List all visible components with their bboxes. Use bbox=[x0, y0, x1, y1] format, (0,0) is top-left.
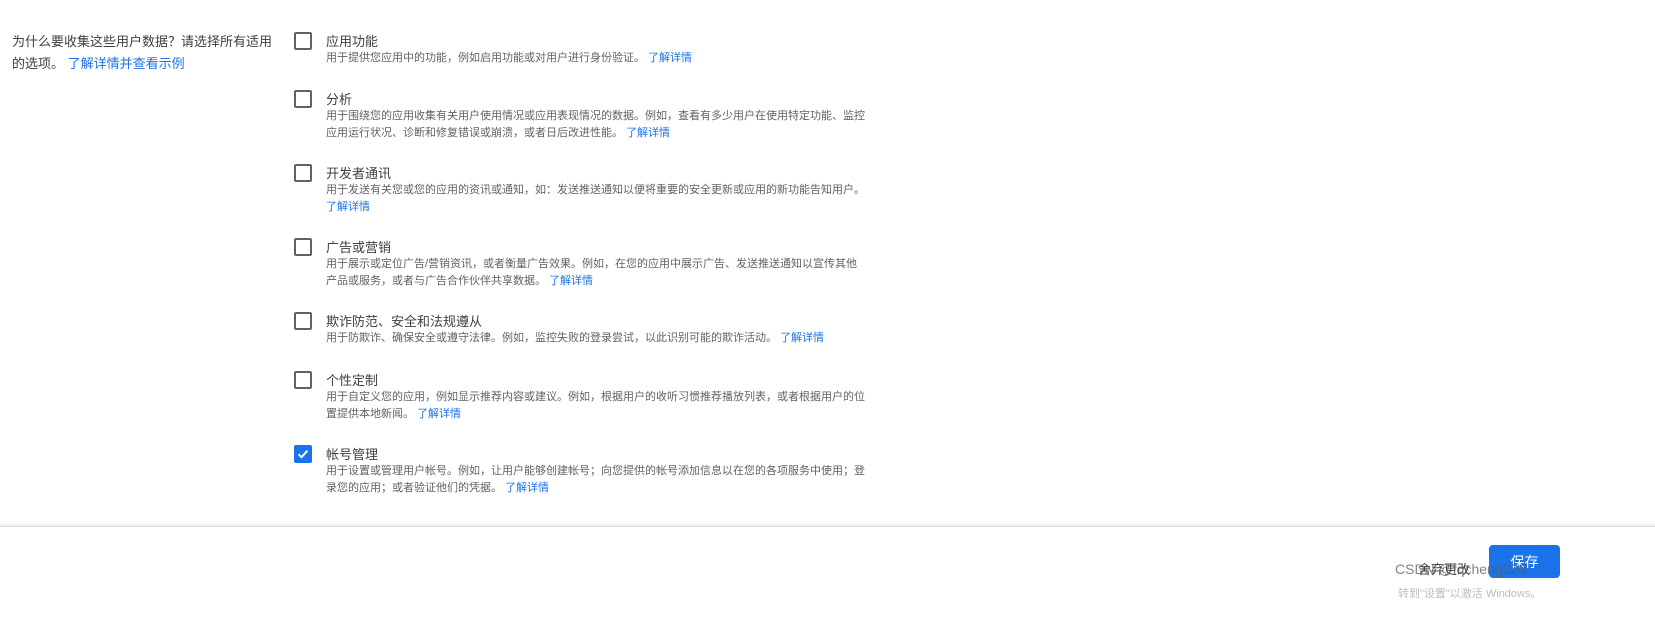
learn-more-link[interactable]: 了解详情 bbox=[648, 52, 692, 64]
check-icon bbox=[297, 450, 309, 459]
purpose-title: 帐号管理 bbox=[326, 447, 379, 462]
description-text: 用于自定义您的应用，例如显示推荐内容或建议。例如，根据用户的收听习惯推荐播放列表… bbox=[326, 391, 865, 420]
checkbox[interactable] bbox=[294, 445, 312, 463]
learn-more-link[interactable]: 了解详情 bbox=[326, 201, 370, 213]
description-text: 用于提供您应用中的功能，例如启用功能或对用户进行身份验证。 bbox=[326, 52, 645, 64]
csdn-watermark: CSDN @fqcheng220 bbox=[1395, 561, 1526, 577]
purpose-description: 用于自定义您的应用，例如显示推荐内容或建议。例如，根据用户的收听习惯推荐播放列表… bbox=[326, 389, 866, 423]
purpose-description: 用于设置或管理用户帐号。例如，让用户能够创建帐号；向您提供的帐号添加信息以在您的… bbox=[326, 463, 866, 497]
purpose-title: 开发者通讯 bbox=[326, 166, 392, 181]
learn-more-link[interactable]: 了解详情 bbox=[780, 332, 824, 344]
purpose-title: 个性定制 bbox=[326, 373, 379, 388]
purpose-title: 分析 bbox=[326, 92, 353, 107]
checkbox[interactable] bbox=[294, 312, 312, 330]
footer-bar: 舍弃更改 保存 CSDN @fqcheng220 转到"设置"以激活 Windo… bbox=[0, 526, 1655, 623]
purpose-description: 用于围绕您的应用收集有关用户使用情况或应用表现情况的数据。例如，查看有多少用户在… bbox=[326, 108, 866, 142]
checkbox[interactable] bbox=[294, 238, 312, 256]
purpose-title: 欺诈防范、安全和法规遵从 bbox=[326, 314, 483, 329]
learn-more-link[interactable]: 了解详情 bbox=[505, 482, 549, 494]
purpose-description: 用于提供您应用中的功能，例如启用功能或对用户进行身份验证。 了解详情 bbox=[326, 50, 866, 67]
checkbox[interactable] bbox=[294, 32, 312, 50]
question-label: 为什么要收集这些用户数据？请选择所有适用的选项。 了解详情并查看示例 bbox=[12, 31, 280, 75]
windows-activation-watermark: 转到"设置"以激活 Windows。 bbox=[1398, 588, 1542, 600]
learn-more-link[interactable]: 了解详情 bbox=[626, 127, 670, 139]
purpose-description: 用于防欺诈、确保安全或遵守法律。例如，监控失败的登录尝试，以此识别可能的欺诈活动… bbox=[326, 330, 866, 347]
checkbox[interactable] bbox=[294, 371, 312, 389]
purpose-title: 应用功能 bbox=[326, 34, 379, 49]
purpose-description: 用于展示或定位广告/营销资讯，或者衡量广告效果。例如，在您的应用中展示广告、发送… bbox=[326, 256, 866, 290]
purpose-title: 广告或营销 bbox=[326, 240, 392, 255]
purpose-description: 用于发送有关您或您的应用的资讯或通知，如：发送推送通知以便将重要的安全更新或应用… bbox=[326, 182, 866, 216]
checkbox[interactable] bbox=[294, 164, 312, 182]
description-text: 用于围绕您的应用收集有关用户使用情况或应用表现情况的数据。例如，查看有多少用户在… bbox=[326, 110, 865, 139]
description-text: 用于防欺诈、确保安全或遵守法律。例如，监控失败的登录尝试，以此识别可能的欺诈活动… bbox=[326, 332, 777, 344]
description-text: 用于设置或管理用户帐号。例如，让用户能够创建帐号；向您提供的帐号添加信息以在您的… bbox=[326, 465, 865, 494]
learn-more-examples-link[interactable]: 了解详情并查看示例 bbox=[68, 56, 185, 71]
checkbox[interactable] bbox=[294, 90, 312, 108]
learn-more-link[interactable]: 了解详情 bbox=[549, 275, 593, 287]
description-text: 用于发送有关您或您的应用的资讯或通知，如：发送推送通知以便将重要的安全更新或应用… bbox=[326, 184, 865, 196]
learn-more-link[interactable]: 了解详情 bbox=[417, 408, 461, 420]
